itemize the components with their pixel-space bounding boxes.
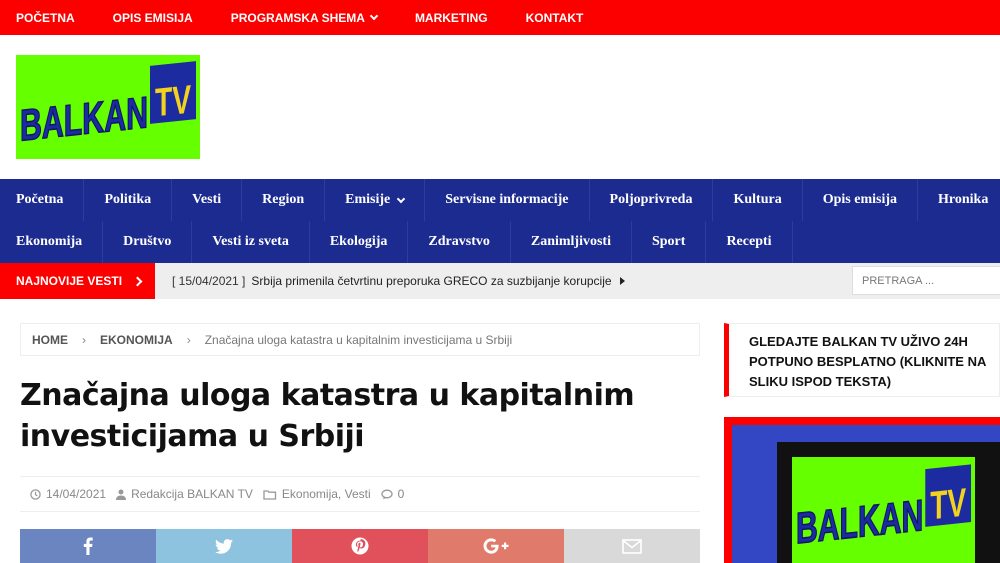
share-twitter-button[interactable] (156, 529, 292, 563)
news-ticker: NAJNOVIJE VESTI [ 15/04/2021 ] Srbija pr… (0, 263, 1000, 299)
meta-date: 14/04/2021 (30, 487, 106, 501)
meta-date-text: 14/04/2021 (46, 487, 107, 501)
meta-comments[interactable]: 0 (380, 487, 405, 501)
nav-zanimljivosti[interactable]: Zanimljivosti (511, 221, 632, 263)
nav-hronika[interactable]: Hronika (918, 179, 1000, 221)
main-nav-row-2: Ekonomija Društvo Vesti iz sveta Ekologi… (0, 221, 793, 263)
logo-tv-text: TV (930, 481, 966, 529)
share-facebook-button[interactable] (20, 529, 156, 563)
ticker-date: [ 15/04/2021 ] (172, 274, 246, 288)
search-placeholder: PRETRAGA ... (862, 274, 935, 287)
nav-opis-emisija[interactable]: Opis emisija (803, 179, 918, 221)
nav-poljoprivreda[interactable]: Poljoprivreda (590, 179, 714, 221)
share-google-plus-button[interactable] (428, 529, 564, 563)
chevron-right-icon (132, 276, 143, 286)
site-logo[interactable]: BALKAN TV (16, 55, 200, 159)
logo-tv-text: TV (155, 78, 191, 126)
play-next-icon[interactable] (619, 277, 625, 285)
top-nav-programska-shema-label: Programska shema (230, 10, 365, 25)
sidebar-heading-line-3: SLIKU ISPOD TEKSTA) (749, 374, 892, 389)
nav-zdravstvo[interactable]: Zdravstvo (408, 221, 511, 263)
balkan-tv-logo-graphic: BALKAN TV (792, 458, 975, 562)
main-nav-row-1: Početna Politika Vesti Region Emisije Se… (0, 179, 1000, 221)
meta-author[interactable]: Redakcija BALKAN TV (116, 487, 253, 501)
ticker-headline: Srbija primenila četvrtinu preporuka GRE… (251, 274, 612, 288)
page-title-line-2: investicijama u Srbiji (20, 419, 365, 454)
nav-sport[interactable]: Sport (632, 221, 707, 263)
share-email-button[interactable] (564, 529, 700, 563)
email-icon (622, 538, 642, 554)
nav-vesti-iz-sveta[interactable]: Vesti iz sveta (192, 221, 310, 263)
comment-icon (380, 489, 393, 499)
chevron-right-icon: › (82, 332, 86, 347)
nav-emisije[interactable]: Emisije (325, 179, 426, 221)
live-stream-logo[interactable]: BALKAN TV (792, 457, 975, 563)
chevron-down-icon (369, 11, 379, 21)
chevron-down-icon (397, 194, 406, 203)
folder-icon (263, 489, 277, 500)
top-nav-pocetna[interactable]: Početna (16, 11, 75, 25)
breadcrumb: HOME › EKONOMIJA › Značajna uloga katast… (20, 323, 700, 356)
share-pinterest-button[interactable] (292, 529, 428, 563)
chevron-right-icon: › (186, 332, 191, 347)
balkan-tv-logo-graphic: BALKAN TV (16, 55, 200, 159)
top-nav-kontakt[interactable]: Kontakt (526, 11, 584, 25)
nav-recepti[interactable]: Recepti (706, 221, 793, 263)
nav-pocetna[interactable]: Početna (0, 179, 85, 221)
article-meta: 14/04/2021 Redakcija BALKAN TV Ekonomija… (20, 476, 700, 512)
ticker-label-text: NAJNOVIJE VESTI (16, 274, 123, 288)
nav-ekologija[interactable]: Ekologija (310, 221, 409, 263)
nav-kultura[interactable]: Kultura (713, 179, 803, 221)
nav-region[interactable]: Region (242, 179, 326, 221)
meta-author-text: Redakcija BALKAN TV (131, 487, 253, 501)
nav-politika[interactable]: Politika (84, 179, 173, 221)
facebook-icon (83, 537, 93, 555)
nav-emisije-label: Emisije (345, 192, 391, 207)
sidebar-heading-line-2: POTPUNO BESPLATNO (KLIKNITE NA (749, 354, 987, 369)
nav-servisne-informacije[interactable]: Servisne informacije (425, 179, 590, 221)
breadcrumb-current: Značajna uloga katastra u kapitalnim inv… (204, 332, 513, 347)
top-nav-marketing[interactable]: Marketing (415, 11, 488, 25)
meta-categories-text: Ekonomija, Vesti (281, 487, 371, 501)
google-plus-icon (483, 538, 509, 554)
clock-icon (30, 488, 41, 500)
main-nav: Početna Politika Vesti Region Emisije Se… (0, 179, 1000, 263)
ticker-label: NAJNOVIJE VESTI (0, 263, 155, 299)
top-nav: Početna Opis emisija Programska shema Ma… (0, 0, 1000, 35)
search-input[interactable]: PRETRAGA ... (852, 266, 1000, 295)
share-bar (20, 529, 700, 563)
page-title: Značajna uloga katastra u kapitalnim inv… (20, 375, 700, 457)
user-icon (116, 489, 127, 500)
meta-categories[interactable]: Ekonomija, Vesti (263, 487, 371, 501)
pinterest-icon (351, 537, 369, 555)
top-nav-programska-shema[interactable]: Programska shema (230, 10, 379, 25)
ticker-headline-link[interactable]: [ 15/04/2021 ] Srbija primenila četvrtin… (172, 263, 625, 299)
sidebar-heading-line-1: GLEDAJTE BALKAN TV UŽIVO 24H (749, 334, 968, 349)
nav-drustvo[interactable]: Društvo (103, 221, 193, 263)
sidebar-heading: GLEDAJTE BALKAN TV UŽIVO 24H POTPUNO BES… (724, 323, 1000, 397)
twitter-icon (215, 538, 233, 554)
breadcrumb-category[interactable]: EKONOMIJA (100, 333, 173, 347)
meta-comments-count: 0 (397, 487, 405, 501)
nav-vesti[interactable]: Vesti (172, 179, 243, 221)
breadcrumb-home[interactable]: HOME (32, 333, 68, 347)
page-title-line-1: Značajna uloga katastra u kapitalnim (20, 378, 635, 413)
top-nav-opis-emisija[interactable]: Opis emisija (113, 11, 193, 25)
nav-ekonomija[interactable]: Ekonomija (0, 221, 104, 263)
